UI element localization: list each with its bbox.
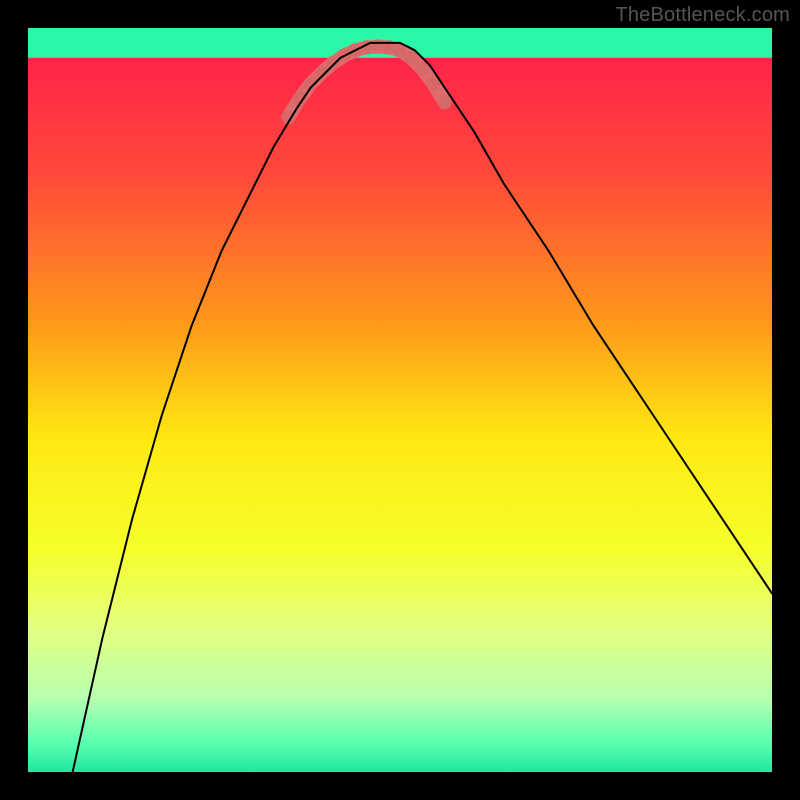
plot-area [28,28,772,772]
chart-frame: TheBottleneck.com [0,0,800,800]
watermark-text: TheBottleneck.com [615,4,790,27]
optimal-range-dot [438,95,452,109]
gradient-background [28,28,772,772]
plot-svg [28,28,772,772]
